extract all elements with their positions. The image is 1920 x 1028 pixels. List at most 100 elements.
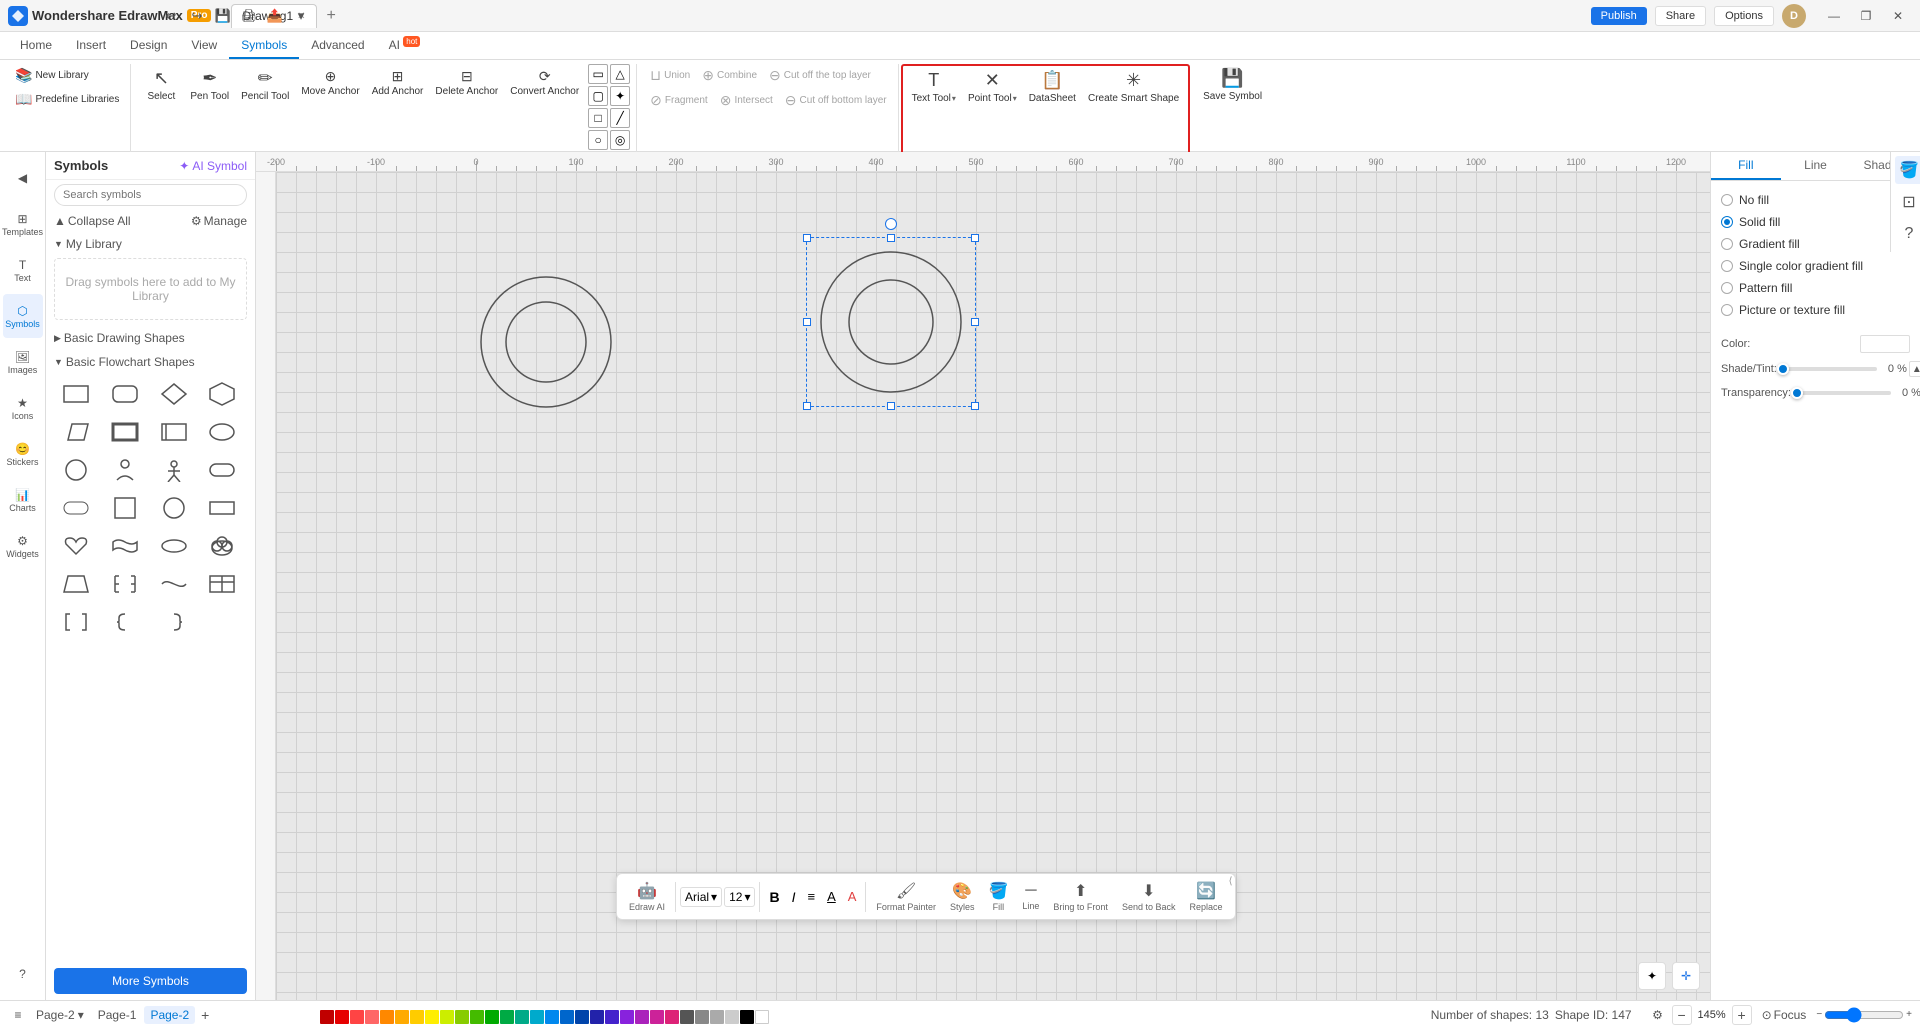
gradient-fill-radio[interactable] — [1721, 238, 1733, 250]
tab-ai[interactable]: AI hot — [377, 32, 433, 59]
color-swatch-black[interactable] — [740, 1010, 754, 1024]
more-symbols-button[interactable]: More Symbols — [54, 968, 247, 994]
shape-parallelogram[interactable] — [54, 414, 98, 450]
color-swatch-teal2[interactable] — [530, 1010, 544, 1024]
selection-panel-icon[interactable]: ⊡ — [1895, 188, 1920, 216]
shape-wide-rect[interactable] — [200, 490, 244, 526]
circle-icon[interactable]: ○ — [588, 130, 608, 150]
shape-circle[interactable] — [54, 452, 98, 488]
color-swatch-red[interactable] — [335, 1010, 349, 1024]
font-selector[interactable]: Arial ▾ — [680, 887, 722, 907]
shape-brace[interactable] — [103, 604, 147, 640]
union-button[interactable]: ⊔ Union — [645, 64, 695, 87]
tab-view[interactable]: View — [179, 33, 229, 59]
rp-tab-fill[interactable]: Fill — [1711, 152, 1781, 180]
shape-db[interactable] — [152, 414, 196, 450]
shape-hexagon[interactable] — [200, 376, 244, 412]
triangle-icon[interactable]: △ — [610, 64, 630, 84]
shape-circle2[interactable] — [152, 490, 196, 526]
shape-heart[interactable] — [54, 528, 98, 564]
rotate-handle[interactable] — [885, 218, 897, 230]
sidebar-stickers[interactable]: 😊 Stickers — [3, 432, 43, 476]
text-tool-button[interactable]: T Text Tool ▾ — [907, 66, 961, 109]
color-swatch-pink2[interactable] — [650, 1010, 664, 1024]
styles-button[interactable]: 🎨 Styles — [944, 878, 981, 915]
tab-symbols[interactable]: Symbols — [229, 33, 299, 59]
transparency-slider[interactable] — [1791, 391, 1891, 395]
shape-table[interactable] — [200, 566, 244, 602]
handle-br[interactable] — [971, 402, 979, 410]
color-swatch-lime[interactable] — [440, 1010, 454, 1024]
my-library-title[interactable]: ▼ My Library — [54, 234, 247, 254]
underline-button[interactable]: A — [822, 886, 841, 907]
sidebar-symbols[interactable]: ⬡ Symbols — [3, 294, 43, 338]
color-swatch-darkgray[interactable] — [680, 1010, 694, 1024]
color-swatch-violet[interactable] — [605, 1010, 619, 1024]
datasheet-button[interactable]: 📋 DataSheet — [1024, 66, 1081, 109]
color-swatch-orange[interactable] — [380, 1010, 394, 1024]
bring-to-front-button[interactable]: ⬆ Bring to Front — [1047, 878, 1114, 915]
page-tab-1[interactable]: Page-1 — [92, 1006, 143, 1024]
small-rect-icon[interactable]: □ — [588, 108, 608, 128]
solid-fill-option[interactable]: Solid fill — [1719, 211, 1912, 233]
tab-design[interactable]: Design — [118, 33, 179, 59]
shade-slider-thumb[interactable] — [1777, 363, 1789, 375]
shape-bracket[interactable] — [103, 566, 147, 602]
handle-mr[interactable] — [971, 318, 979, 326]
shape-cloud[interactable] — [200, 528, 244, 564]
sidebar-images[interactable]: 🖼 Images — [3, 340, 43, 384]
color-swatch-indigo[interactable] — [590, 1010, 604, 1024]
line-icon[interactable]: ╱ — [610, 108, 630, 128]
replace-button[interactable]: 🔄 Replace — [1183, 878, 1228, 915]
color-swatch-green1[interactable] — [455, 1010, 469, 1024]
convert-anchor-button[interactable]: ⟳ Convert Anchor — [505, 64, 584, 102]
zoom-increase-icon[interactable]: + — [1906, 1009, 1912, 1020]
shape-tall-rect[interactable] — [103, 490, 147, 526]
cut-off-bottom-button[interactable]: ⊖ Cut off bottom layer — [780, 89, 892, 112]
color-swatch-green2[interactable] — [470, 1010, 484, 1024]
circle2-icon[interactable]: ◎ — [610, 130, 630, 150]
publish-button[interactable]: Publish — [1591, 7, 1647, 25]
zoom-slider[interactable] — [1824, 1007, 1904, 1023]
pattern-fill-option[interactable]: Pattern fill — [1719, 277, 1912, 299]
color-swatch-purple[interactable] — [620, 1010, 634, 1024]
color-swatch-blue1[interactable] — [545, 1010, 559, 1024]
shape-ellipse[interactable] — [200, 414, 244, 450]
sidebar-widgets[interactable]: ⚙ Widgets — [3, 524, 43, 568]
fill-button[interactable]: 🪣 Fill — [982, 878, 1014, 915]
shape-donut-right-container[interactable] — [816, 247, 966, 397]
format-painter-button[interactable]: 🖌 Format Painter — [870, 878, 942, 915]
manage-button[interactable]: ⚙ Manage — [191, 214, 247, 228]
add-anchor-button[interactable]: ⊞ Add Anchor — [367, 64, 429, 102]
rounded-rect-icon[interactable]: ▢ — [588, 86, 608, 106]
tab-advanced[interactable]: Advanced — [299, 33, 376, 59]
fill-panel-icon[interactable]: 🪣 — [1895, 156, 1920, 184]
hamburger-icon[interactable]: ≡ — [8, 1005, 28, 1025]
color-swatch-silver[interactable] — [725, 1010, 739, 1024]
line-button[interactable]: ─ Line — [1016, 879, 1045, 914]
share-button[interactable]: Share — [1655, 6, 1706, 26]
edraw-ai-button[interactable]: 🤖 Edraw AI — [623, 878, 671, 915]
tab-insert[interactable]: Insert — [64, 33, 118, 59]
handle-bc[interactable] — [887, 402, 895, 410]
symbols-search-input[interactable] — [54, 184, 247, 206]
handle-tl[interactable] — [803, 234, 811, 242]
text-color-button[interactable]: A — [843, 886, 862, 907]
canvas-content[interactable]: 🤖 Edraw AI Arial ▾ 12 ▾ B I — [276, 172, 1710, 1000]
zoom-in-button[interactable]: + — [1732, 1005, 1752, 1025]
color-swatch-hotpink[interactable] — [665, 1010, 679, 1024]
handle-tc[interactable] — [887, 234, 895, 242]
redo-button[interactable]: ↪ — [186, 5, 208, 27]
shape-rect[interactable] — [54, 376, 98, 412]
canvas[interactable]: 🤖 Edraw AI Arial ▾ 12 ▾ B I — [276, 172, 1710, 1000]
color-swatch-lightgray[interactable] — [710, 1010, 724, 1024]
shade-slider[interactable] — [1777, 367, 1877, 371]
sidebar-text[interactable]: T Text — [3, 248, 43, 292]
single-color-gradient-option[interactable]: Single color gradient fill — [1719, 255, 1912, 277]
transparency-slider-thumb[interactable] — [1791, 387, 1803, 399]
sidebar-question[interactable]: ? — [3, 952, 43, 996]
save-button[interactable]: 💾 — [212, 5, 234, 27]
single-color-gradient-radio[interactable] — [1721, 260, 1733, 272]
color-swatch-green3[interactable] — [485, 1010, 499, 1024]
create-smart-shape-button[interactable]: ✳ Create Smart Shape — [1083, 66, 1184, 109]
